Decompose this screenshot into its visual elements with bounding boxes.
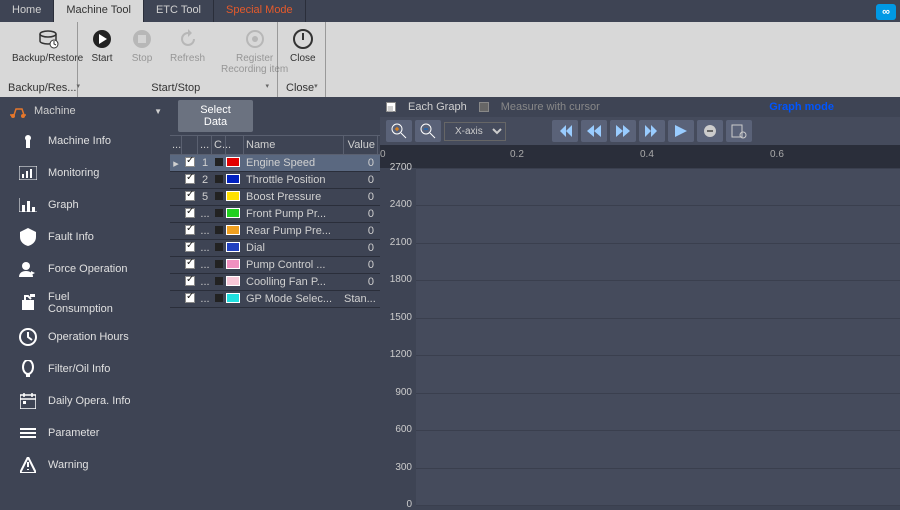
measure-cursor-checkbox[interactable] xyxy=(479,102,489,112)
sidebar-item-machine[interactable]: Machine Info xyxy=(0,125,170,157)
sidebar-item-parameter[interactable]: Parameter xyxy=(0,417,170,449)
sidebar-icon xyxy=(18,227,38,247)
sidebar-label: Warning xyxy=(48,459,89,471)
data-row[interactable]: ...Dial0 xyxy=(170,240,380,257)
data-row[interactable]: ...Coolling Fan P...0 xyxy=(170,274,380,291)
register-recording-button: Register Recording item xyxy=(217,25,292,77)
sidebar-icon xyxy=(18,455,38,475)
axis-select[interactable]: X-axis xyxy=(444,122,506,141)
zoom-out-button[interactable] xyxy=(415,120,441,142)
sidebar-label: Graph xyxy=(48,199,79,211)
cloud-icon[interactable]: ∞ xyxy=(876,4,896,20)
settings-button[interactable] xyxy=(726,120,752,142)
sidebar-header[interactable]: Machine ▼ xyxy=(0,97,170,125)
sidebar-icon xyxy=(18,163,38,183)
data-row[interactable]: ...Rear Pump Pre...0 xyxy=(170,223,380,240)
data-row[interactable]: 2Throttle Position0 xyxy=(170,172,380,189)
sidebar-item-operation[interactable]: Operation Hours xyxy=(0,321,170,353)
tab-special-mode[interactable]: Special Mode xyxy=(214,0,306,22)
play-button[interactable] xyxy=(668,120,694,142)
sidebar-icon xyxy=(18,195,38,215)
measure-cursor-label: Measure with cursor xyxy=(501,101,600,113)
each-graph-label: Each Graph xyxy=(408,101,467,113)
stop-graph-button[interactable] xyxy=(697,120,723,142)
sidebar-icon xyxy=(18,391,38,411)
sidebar-item-daily[interactable]: Daily Opera. Info xyxy=(0,385,170,417)
sidebar-item-force[interactable]: Force Operation xyxy=(0,253,170,285)
sidebar-icon xyxy=(18,131,38,151)
tab-machine-tool[interactable]: Machine Tool xyxy=(54,0,144,22)
sidebar-icon xyxy=(18,293,38,313)
select-data-button[interactable]: Select Data xyxy=(178,100,253,132)
forward-button[interactable] xyxy=(610,120,636,142)
data-row[interactable]: 5Boost Pressure0 xyxy=(170,189,380,206)
sidebar-label: Fault Info xyxy=(48,231,94,243)
data-panel: Select Data ......C...NameValue ▸1Engine… xyxy=(170,97,380,505)
graph-mode-label: Graph mode xyxy=(769,101,834,113)
y-axis: 0300600900120015001800210024002700 xyxy=(380,168,416,505)
sidebar-item-monitoring[interactable]: Monitoring xyxy=(0,157,170,189)
x-axis: 00.20.40.60.8 xyxy=(380,145,900,168)
sidebar-icon xyxy=(18,359,38,379)
last-button[interactable] xyxy=(639,120,665,142)
tab-home[interactable]: Home xyxy=(0,0,54,22)
stop-button: Stop xyxy=(126,25,158,77)
sidebar-label: Filter/Oil Info xyxy=(48,363,110,375)
data-row[interactable]: ▸1Engine Speed0 xyxy=(170,155,380,172)
sidebar-icon xyxy=(18,423,38,443)
data-row[interactable]: ...GP Mode Selec...Stan... xyxy=(170,291,380,308)
sidebar-item-filter/oil[interactable]: Filter/Oil Info xyxy=(0,353,170,385)
sidebar-item-graph[interactable]: Graph xyxy=(0,189,170,221)
sidebar-label: Fuel Consumption xyxy=(48,291,113,315)
backup-restore-button[interactable]: Backup/Restore xyxy=(8,25,87,66)
first-button[interactable] xyxy=(552,120,578,142)
sidebar-label: Machine Info xyxy=(48,135,111,147)
start-button[interactable]: Start xyxy=(86,25,118,77)
refresh-button: Refresh xyxy=(166,25,209,77)
sidebar-label: Daily Opera. Info xyxy=(48,395,131,407)
sidebar-label: Parameter xyxy=(48,427,99,439)
data-row[interactable]: ...Pump Control ...0 xyxy=(170,257,380,274)
sidebar-item-fuel[interactable]: Fuel Consumption xyxy=(0,285,170,321)
sidebar-icon xyxy=(18,259,38,279)
machine-icon xyxy=(8,103,28,119)
sidebar-item-warning[interactable]: Warning xyxy=(0,449,170,481)
data-row[interactable]: ...Front Pump Pr...0 xyxy=(170,206,380,223)
sidebar-item-fault[interactable]: Fault Info xyxy=(0,221,170,253)
tab-etc-tool[interactable]: ETC Tool xyxy=(144,0,214,22)
sidebar-icon xyxy=(18,327,38,347)
sidebar-label: Monitoring xyxy=(48,167,99,179)
sidebar-label: Operation Hours xyxy=(48,331,129,343)
rewind-button[interactable] xyxy=(581,120,607,142)
zoom-in-button[interactable] xyxy=(386,120,412,142)
sidebar: Machine ▼ Machine Info Monitoring Graph Fau… xyxy=(0,97,170,505)
each-graph-checkbox[interactable]: ■ xyxy=(386,102,396,112)
plot-area[interactable] xyxy=(416,168,900,505)
sidebar-label: Force Operation xyxy=(48,263,127,275)
